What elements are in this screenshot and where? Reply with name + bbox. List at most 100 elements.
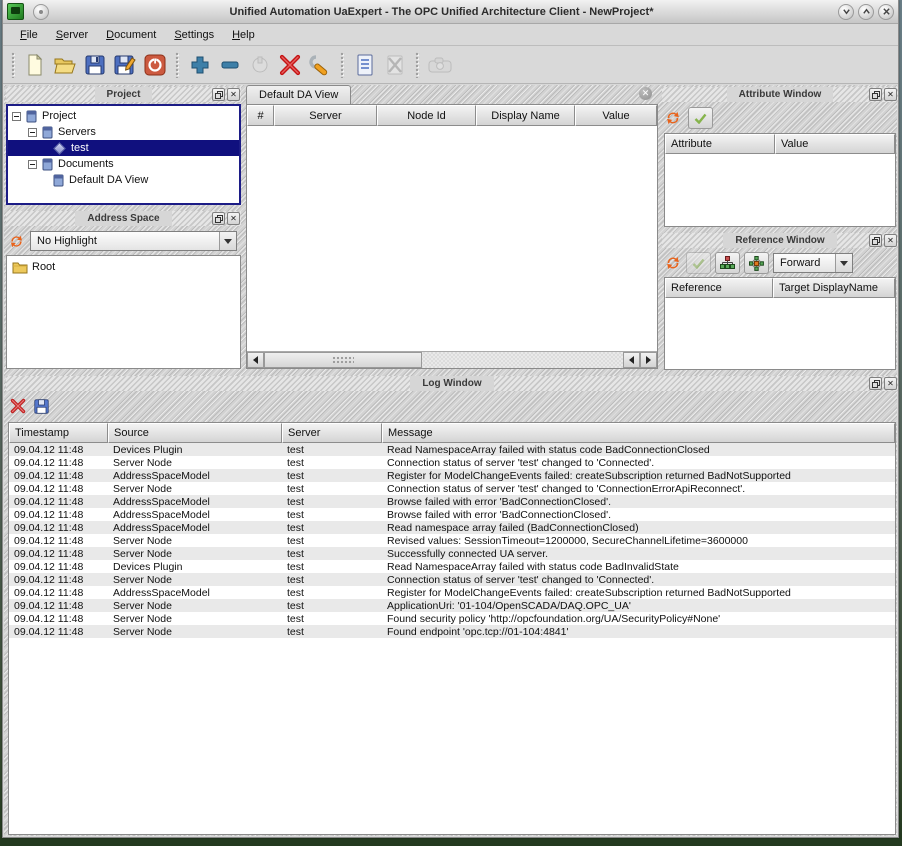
log-row[interactable]: 09.04.12 11:48 Server Node test Applicat…	[9, 599, 895, 612]
toolbar-handle[interactable]	[11, 52, 16, 78]
direction-combo[interactable]: Forward	[773, 253, 853, 273]
app-icon[interactable]	[7, 3, 24, 20]
highlight-combo[interactable]: No Highlight	[30, 231, 237, 251]
remove-document-button[interactable]	[381, 51, 409, 79]
refresh-icon[interactable]	[8, 233, 25, 250]
close-panel-button[interactable]: ✕	[227, 212, 240, 225]
column-header-attribute[interactable]: Attribute	[665, 134, 775, 154]
attribute-table-body[interactable]	[665, 154, 895, 226]
address-space-titlebar[interactable]: Address Space ✕	[6, 211, 241, 226]
minimize-button[interactable]	[838, 4, 854, 20]
menu-settings[interactable]: Settings	[165, 26, 223, 44]
tree-item-project[interactable]: Project	[8, 108, 239, 124]
combo-arrow[interactable]	[219, 232, 236, 250]
close-panel-button[interactable]: ✕	[884, 88, 897, 101]
column-header-server[interactable]: Server	[274, 105, 377, 126]
scroll-right-button[interactable]	[640, 352, 657, 368]
menu-document[interactable]: Document	[97, 26, 165, 44]
column-header-displayname[interactable]: Display Name	[476, 105, 575, 126]
column-header-value[interactable]: Value	[775, 134, 895, 154]
combo-arrow[interactable]	[835, 254, 852, 272]
log-row[interactable]: 09.04.12 11:48 Server Node test Connecti…	[9, 482, 895, 495]
column-header-reference[interactable]: Reference	[665, 278, 773, 298]
sticky-button[interactable]	[33, 4, 49, 20]
save-project-as-button[interactable]	[111, 51, 139, 79]
connect-server-button[interactable]	[246, 51, 274, 79]
column-header-target-displayname[interactable]: Target DisplayName	[773, 278, 895, 298]
refresh-icon[interactable]	[664, 109, 682, 127]
all-references-button[interactable]	[744, 252, 769, 274]
reference-table-body[interactable]	[665, 298, 895, 369]
float-panel-button[interactable]	[212, 212, 225, 225]
column-header-value[interactable]: Value	[575, 105, 657, 126]
column-header-timestamp[interactable]: Timestamp	[9, 423, 108, 443]
title-bar[interactable]: Unified Automation UaExpert - The OPC Un…	[3, 0, 898, 24]
close-button[interactable]	[878, 4, 894, 20]
float-panel-button[interactable]	[869, 234, 882, 247]
log-row[interactable]: 09.04.12 11:48 Server Node test Found en…	[9, 625, 895, 638]
scroll-left-button-2[interactable]	[623, 352, 640, 368]
scrollbar-thumb[interactable]	[264, 352, 422, 368]
reference-window-titlebar[interactable]: Reference Window ✕	[662, 233, 898, 248]
log-row[interactable]: 09.04.12 11:48 AddressSpaceModel test Br…	[9, 495, 895, 508]
log-row[interactable]: 09.04.12 11:48 AddressSpaceModel test Br…	[9, 508, 895, 521]
log-row[interactable]: 09.04.12 11:48 Server Node test Found se…	[9, 612, 895, 625]
float-panel-button[interactable]	[869, 88, 882, 101]
da-table-body[interactable]	[247, 126, 657, 351]
log-row[interactable]: 09.04.12 11:48 Server Node test Connecti…	[9, 573, 895, 586]
clear-log-icon[interactable]	[10, 398, 26, 414]
log-row[interactable]: 09.04.12 11:48 AddressSpaceModel test Re…	[9, 469, 895, 482]
scroll-left-button[interactable]	[247, 352, 264, 368]
tab-default-da-view[interactable]: Default DA View	[246, 85, 351, 104]
tree-item-root[interactable]: Root	[7, 259, 240, 275]
log-row[interactable]: 09.04.12 11:48 Devices Plugin test Read …	[9, 560, 895, 573]
close-panel-button[interactable]: ✕	[884, 234, 897, 247]
float-panel-button[interactable]	[869, 377, 882, 390]
menu-file[interactable]: File	[11, 26, 47, 44]
project-panel-titlebar[interactable]: Project ✕	[6, 87, 241, 102]
close-panel-button[interactable]: ✕	[227, 88, 240, 101]
horizontal-scrollbar[interactable]	[247, 351, 657, 368]
tab-close-button[interactable]: ✕	[639, 87, 652, 100]
tree-item-documents[interactable]: Documents	[8, 156, 239, 172]
save-project-button[interactable]	[81, 51, 109, 79]
refresh-icon[interactable]	[664, 254, 682, 272]
collapse-icon[interactable]	[12, 112, 21, 121]
new-project-button[interactable]	[21, 51, 49, 79]
auto-update-button[interactable]	[686, 252, 711, 274]
log-row[interactable]: 09.04.12 11:48 Devices Plugin test Read …	[9, 443, 895, 456]
collapse-icon[interactable]	[28, 128, 37, 137]
maximize-button[interactable]	[858, 4, 874, 20]
scrollbar-track[interactable]	[422, 352, 623, 368]
log-row[interactable]: 09.04.12 11:48 Server Node test Successf…	[9, 547, 895, 560]
menu-server[interactable]: Server	[47, 26, 97, 44]
remove-server-button[interactable]	[216, 51, 244, 79]
tree-item-test[interactable]: test	[8, 140, 239, 156]
column-header-message[interactable]: Message	[382, 423, 895, 443]
menu-help[interactable]: Help	[223, 26, 264, 44]
quit-button[interactable]	[141, 51, 169, 79]
add-document-button[interactable]	[351, 51, 379, 79]
server-properties-button[interactable]	[306, 51, 334, 79]
float-panel-button[interactable]	[212, 88, 225, 101]
log-window-titlebar[interactable]: Log Window ✕	[6, 376, 898, 391]
log-row[interactable]: 09.04.12 11:48 Server Node test Revised …	[9, 534, 895, 547]
add-server-button[interactable]	[186, 51, 214, 79]
column-header-index[interactable]: #	[247, 105, 274, 126]
tree-item-servers[interactable]: Servers	[8, 124, 239, 140]
open-project-button[interactable]	[51, 51, 79, 79]
attribute-window-titlebar[interactable]: Attribute Window ✕	[662, 87, 898, 102]
hierarchical-references-button[interactable]	[715, 252, 740, 274]
column-header-source[interactable]: Source	[108, 423, 282, 443]
camera-button[interactable]	[426, 51, 454, 79]
collapse-icon[interactable]	[28, 160, 37, 169]
save-log-icon[interactable]	[34, 399, 49, 414]
tree-item-default-da-view[interactable]: Default DA View	[8, 172, 239, 188]
auto-update-button[interactable]	[688, 107, 713, 129]
log-row[interactable]: 09.04.12 11:48 AddressSpaceModel test Re…	[9, 521, 895, 534]
log-row[interactable]: 09.04.12 11:48 Server Node test Connecti…	[9, 456, 895, 469]
close-panel-button[interactable]: ✕	[884, 377, 897, 390]
disconnect-server-button[interactable]	[276, 51, 304, 79]
column-header-server[interactable]: Server	[282, 423, 382, 443]
log-row[interactable]: 09.04.12 11:48 AddressSpaceModel test Re…	[9, 586, 895, 599]
